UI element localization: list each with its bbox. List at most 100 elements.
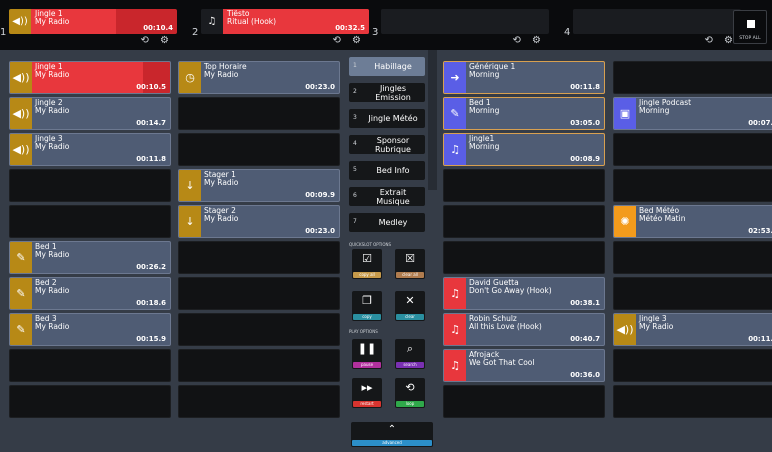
stop-all-button[interactable]: STOP ALL <box>733 10 767 44</box>
copy-button[interactable]: ❐ copy <box>352 291 382 321</box>
empty-slot[interactable] <box>178 97 340 130</box>
calendar-check-icon: ☑ <box>362 252 372 265</box>
clear-button[interactable]: ✕ clear <box>395 291 425 321</box>
cart-slot[interactable]: ✎ Bed 3 My Radio 00:15.9 <box>9 313 171 346</box>
slot-text: Bed 1 My Radio <box>35 243 69 259</box>
empty-slot[interactable] <box>178 133 340 166</box>
slot-subtitle: My Radio <box>35 106 70 115</box>
cart-slot[interactable]: ◀)) Jingle 3My Radio 00:11.8 <box>9 133 171 166</box>
player-deck-2[interactable]: 2 ♫ Tiësto Ritual (Hook) 00:32.5 ⟲ ⚙ <box>192 9 369 46</box>
tab-number: 3 <box>353 114 357 121</box>
player-controls[interactable]: ⟲ ⚙ <box>512 35 545 46</box>
player-text: Tiësto Ritual (Hook) <box>227 10 276 26</box>
slot-time: 00:36.0 <box>570 371 600 379</box>
restart-button[interactable]: ▸▸ restart <box>352 378 382 408</box>
cart-slot[interactable]: ◷ Top Horaire My Radio 00:23.0 <box>178 61 340 94</box>
music-note-icon: ♫ <box>444 134 466 165</box>
player-cell[interactable] <box>573 9 741 34</box>
quickslot-options-header: QUICKSLOT OPTIONS <box>349 242 392 247</box>
cart-slot[interactable]: ◀)) Jingle 1 My Radio 00:10.5 <box>9 61 171 94</box>
cart-slot[interactable]: ♫ Jingle1 Morning 00:08.9 <box>443 133 605 166</box>
button-label: clear all <box>396 272 424 278</box>
cart-slot[interactable]: ♫ Afrojack We Got That Cool 00:36.0 <box>443 349 605 382</box>
slot-time: 00:07.5 <box>748 119 772 127</box>
cart-slot[interactable]: ♫ Robin Schulz All this Love (Hook) 00:40… <box>443 313 605 346</box>
empty-slot[interactable] <box>613 241 772 274</box>
empty-slot[interactable] <box>613 349 772 382</box>
player-deck-4[interactable]: 4 ⟲ ⚙ <box>564 9 741 46</box>
copy-all-button[interactable]: ☑ copy all <box>352 249 382 279</box>
player-controls[interactable]: ⟲ ⚙ <box>140 35 173 46</box>
empty-slot[interactable] <box>613 277 772 310</box>
slot-text: Jingle 1 My Radio <box>35 63 69 79</box>
cart-slot[interactable]: ↓ Stager 2 My Radio 00:23.0 <box>178 205 340 238</box>
tab-2[interactable]: 2 Jingles Emission <box>349 83 425 102</box>
empty-slot[interactable] <box>178 385 340 418</box>
advanced-button[interactable]: ⌃ advanced <box>351 422 433 447</box>
cart-slot[interactable]: ▣ Jingle PodcastMorning 00:07.5 <box>613 97 772 130</box>
slot-subtitle: Morning <box>469 142 500 151</box>
tab-5[interactable]: 5 Bed Info <box>349 161 425 180</box>
slot-time: 00:23.0 <box>305 227 335 235</box>
loop-button[interactable]: ⟲ loop <box>395 378 425 408</box>
empty-slot[interactable] <box>613 385 772 418</box>
empty-slot[interactable] <box>443 385 605 418</box>
clear-all-button[interactable]: ☒ clear all <box>395 249 425 279</box>
empty-slot[interactable] <box>178 277 340 310</box>
cart-slot[interactable]: ◀)) Jingle 3My Radio 00:11.8 <box>613 313 772 346</box>
speaker-icon: ◀)) <box>614 314 636 345</box>
player-controls[interactable]: ⟲ ⚙ <box>332 35 365 46</box>
empty-slot[interactable] <box>9 169 171 202</box>
music-note-icon: ♫ <box>201 9 223 34</box>
slot-subtitle: My Radio <box>639 322 674 331</box>
empty-slot[interactable] <box>9 205 171 238</box>
podcast-icon: ▣ <box>614 98 636 129</box>
search-button[interactable]: ⌕ search <box>395 339 425 369</box>
slot-text: Bed 3 My Radio <box>35 315 69 331</box>
tab-label: Habillage <box>374 62 412 71</box>
sun-icon: ✺ <box>614 206 636 237</box>
empty-slot[interactable] <box>613 61 772 94</box>
player-deck-1[interactable]: 1 ◀)) Jingle 1 My Radio 00:10.4 ⟲ ⚙ <box>0 9 177 46</box>
empty-slot[interactable] <box>178 349 340 382</box>
player-body <box>403 9 549 34</box>
player-cell[interactable] <box>381 9 549 34</box>
player-cell[interactable]: ♫ Tiësto Ritual (Hook) 00:32.5 <box>201 9 369 34</box>
player-text: Jingle 1 My Radio <box>35 10 69 26</box>
tab-3[interactable]: 3 Jingle Météo <box>349 109 425 128</box>
cart-slot[interactable]: ✎ Bed 2 My Radio 00:18.6 <box>9 277 171 310</box>
cart-slot[interactable]: ➜ Générique 1 Morning 00:11.8 <box>443 61 605 94</box>
arrow-down-icon: ↓ <box>179 170 201 201</box>
tab-6[interactable]: 6 Extrait Musique <box>349 187 425 206</box>
player-cell[interactable]: ◀)) Jingle 1 My Radio 00:10.4 <box>9 9 177 34</box>
scrollbar[interactable] <box>428 50 437 190</box>
button-label: clear <box>396 314 424 320</box>
tab-7[interactable]: 7 Medley <box>349 213 425 232</box>
empty-slot[interactable] <box>443 241 605 274</box>
empty-slot[interactable] <box>178 241 340 274</box>
empty-slot[interactable] <box>9 349 171 382</box>
player-deck-3[interactable]: 3 ⟲ ⚙ <box>372 9 549 46</box>
slot-subtitle: My Radio <box>204 178 239 187</box>
pause-button[interactable]: ❚❚ pause <box>352 339 382 369</box>
slot-text: Bed 1 Morning <box>469 99 499 115</box>
tab-4[interactable]: 4 Sponsor Rubrique <box>349 135 425 154</box>
cart-slot[interactable]: ✎ Bed 1 My Radio 00:26.2 <box>9 241 171 274</box>
slot-subtitle: All this Love (Hook) <box>469 322 542 331</box>
empty-slot[interactable] <box>613 169 772 202</box>
cart-slot[interactable]: ♫ David Guetta Don't Go Away (Hook) 00:38… <box>443 277 605 310</box>
empty-slot[interactable] <box>443 205 605 238</box>
empty-slot[interactable] <box>613 133 772 166</box>
tab-number: 7 <box>353 218 357 225</box>
cart-slot[interactable]: ✺ Bed MétéoMétéo Matin 02:53.8 <box>613 205 772 238</box>
empty-slot[interactable] <box>443 169 605 202</box>
cart-slot[interactable]: ✎ Bed 1 Morning 03:05.0 <box>443 97 605 130</box>
empty-slot[interactable] <box>178 313 340 346</box>
tab-1[interactable]: 1 Habillage <box>349 57 425 76</box>
cart-slot[interactable]: ◀)) Jingle 2 My Radio 00:14.7 <box>9 97 171 130</box>
tab-number: 2 <box>353 88 357 95</box>
tab-number: 6 <box>353 192 357 199</box>
clock-icon: ◷ <box>179 62 201 93</box>
cart-slot[interactable]: ↓ Stager 1 My Radio 00:09.9 <box>178 169 340 202</box>
empty-slot[interactable] <box>9 385 171 418</box>
